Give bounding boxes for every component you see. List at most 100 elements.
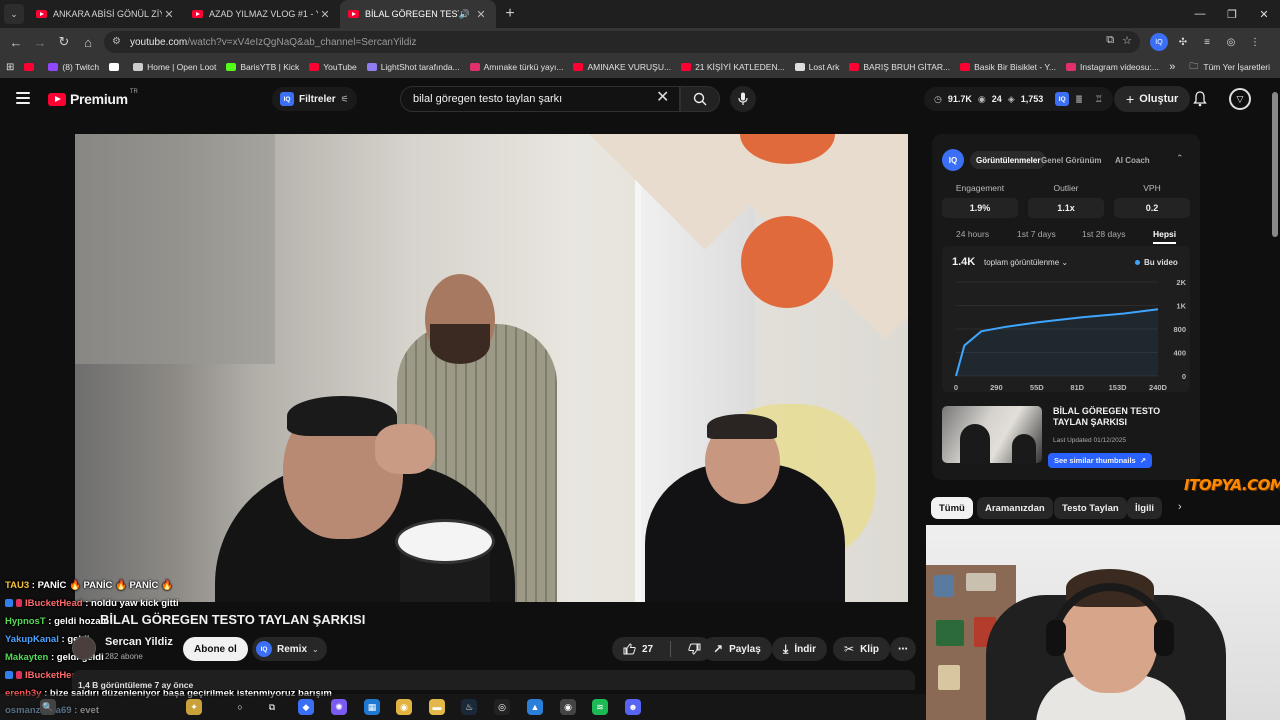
bookmark-star-icon[interactable]: ☆ <box>1122 34 1132 47</box>
video-thumbnail[interactable] <box>942 406 1042 463</box>
like-button[interactable]: 27 <box>612 637 664 661</box>
more-menu-icon[interactable]: ⋮ <box>1246 33 1264 51</box>
copilot-icon[interactable]: ✺ <box>331 699 347 715</box>
filters-button[interactable]: IQ Filtreler ⚟ <box>272 87 357 111</box>
channel-avatar[interactable] <box>72 636 96 660</box>
steam-icon[interactable]: ♨ <box>461 699 477 715</box>
chip-from-search[interactable]: Aramanızdan <box>977 497 1053 519</box>
menu-hamburger-icon[interactable] <box>16 92 30 104</box>
metric-vph-label: VPH <box>1143 183 1161 193</box>
bookmark-item[interactable]: Basik Bir Bisiklet - Y... <box>960 62 1056 72</box>
minimize-icon[interactable]: — <box>1184 0 1216 28</box>
folder-icon[interactable]: ▬ <box>429 699 445 715</box>
url-host: youtube.com <box>130 36 188 48</box>
notifications-bell-icon[interactable] <box>1193 91 1207 110</box>
browser-tab-active[interactable]: BİLAL GÖREGEN TESTO TAYLAN 🔊 ✕ <box>340 0 496 28</box>
chrome-active-icon[interactable]: ◉ <box>560 699 576 715</box>
description-box[interactable]: 1,4 B görüntüleme 7 ay önce <box>72 670 915 690</box>
range-all[interactable]: Hepsi <box>1153 229 1177 244</box>
chip-related[interactable]: İlgili <box>1127 497 1162 519</box>
new-tab-icon[interactable]: + <box>500 5 520 23</box>
discord-icon[interactable]: ☻ <box>625 699 641 715</box>
search-button[interactable] <box>680 86 720 112</box>
bookmark-item[interactable]: BARIŞ BRUH GİTAR... <box>849 62 950 72</box>
forward-icon[interactable]: → <box>28 30 52 54</box>
site-info-icon[interactable]: ⚙ <box>112 36 124 48</box>
all-bookmarks-link[interactable]: Tüm Yer İşaretleri <box>1203 62 1270 72</box>
bookmark-label: Amınake türkü yayı... <box>483 62 564 72</box>
search-input[interactable]: bilal göregen testo taylan şarkı <box>400 86 680 112</box>
apps-grid-icon[interactable]: ⊞ <box>6 62 14 73</box>
vscode-icon[interactable]: ◆ <box>298 699 314 715</box>
extension-icons: IQ ✣ ≡ ◎ ⋮ <box>1150 33 1264 51</box>
bookmark-item[interactable]: YouTube <box>309 62 357 72</box>
bookmark-item[interactable]: Instagram videosu:... <box>1066 62 1159 72</box>
browser-tab[interactable]: AZAD YILMAZ VLOG #1 - YouTube ✕ <box>184 0 340 28</box>
tab-ai-coach[interactable]: AI Coach <box>1109 151 1156 169</box>
bookmark-item[interactable]: Lost Ark <box>794 62 839 72</box>
tab-search-icon[interactable]: ⌄ <box>4 4 24 24</box>
voice-search-button[interactable] <box>730 86 756 112</box>
tab-close-icon[interactable]: ✕ <box>162 8 176 21</box>
vidiq-extension-icon[interactable]: IQ <box>1150 33 1168 51</box>
bookmark-item[interactable]: AMINAKE VURUŞU... <box>573 62 671 72</box>
youtube-logo[interactable]: Premium TR <box>48 89 138 107</box>
share-button[interactable]: ↗ Paylaş <box>702 637 772 661</box>
remix-button[interactable]: IQ Remix ⌄ <box>252 637 327 661</box>
extensions-puzzle-icon[interactable]: ✣ <box>1174 33 1192 51</box>
subscribe-button[interactable]: Abone ol <box>183 637 248 661</box>
account-avatar[interactable]: ▽ <box>1229 88 1251 110</box>
bookmark-item[interactable]: Amınake türkü yayı... <box>469 62 564 72</box>
chrome-icon[interactable]: ◉ <box>396 699 412 715</box>
tab-close-icon[interactable]: ✕ <box>474 8 488 21</box>
star-sparkle-icon[interactable]: ✦ <box>186 699 202 715</box>
more-actions-button[interactable]: ⋯ <box>890 637 916 661</box>
tab-close-icon[interactable]: ✕ <box>318 8 332 21</box>
vidiq-icon: IQ <box>256 641 272 657</box>
video-player[interactable] <box>75 134 908 602</box>
clip-button[interactable]: ✂ Klip <box>833 637 890 661</box>
chip-testo-taylan[interactable]: Testo Taylan <box>1054 497 1127 519</box>
browser-tab[interactable]: ANKARA ABİSİ GÖNÜL ZİYARETİ ✕ <box>28 0 184 28</box>
bookmark-item[interactable]: (8) Twitch <box>48 62 99 72</box>
close-window-icon[interactable]: ✕ <box>1248 0 1280 28</box>
collapse-chevron-icon[interactable]: ⌃ <box>1176 153 1184 164</box>
restore-icon[interactable]: ❐ <box>1216 0 1248 28</box>
vidiq-stats-pill[interactable]: ◷ 91.7K ◉ 24 ◈ 1,753 IQ ≣ ♖ <box>924 87 1113 111</box>
range-24-hours[interactable]: 24 hours <box>956 229 989 239</box>
home-icon[interactable]: ⌂ <box>76 30 100 54</box>
bookmark-item[interactable]: Home | Open Loot <box>133 62 216 72</box>
bookmark-item[interactable]: BarisYTB | Kick <box>226 62 299 72</box>
download-button[interactable]: ⤓ İndir <box>772 637 827 661</box>
install-app-icon[interactable]: ⧉ <box>1106 34 1114 47</box>
more-bookmarks-icon[interactable]: » <box>1169 61 1175 73</box>
range-28-days[interactable]: 1st 28 days <box>1082 229 1125 239</box>
range-7-days[interactable]: 1st 7 days <box>1017 229 1056 239</box>
clear-search-icon[interactable]: ✕ <box>656 90 669 106</box>
bookmark-item[interactable]: LightShot tarafında... <box>366 62 460 72</box>
chips-next-icon[interactable]: › <box>1178 501 1182 513</box>
search-icon[interactable]: 🔍 <box>40 699 56 715</box>
app-icon[interactable]: ▲ <box>527 699 543 715</box>
back-icon[interactable]: ← <box>4 30 28 54</box>
start-circle-icon[interactable]: ○ <box>232 699 248 715</box>
bookmark-item[interactable] <box>24 62 38 72</box>
store-icon[interactable]: ▦ <box>364 699 380 715</box>
bookmark-item[interactable]: 21 KİŞİYİ KATLEDEN... <box>681 62 785 72</box>
see-similar-thumbnails-button[interactable]: See similar thumbnails ↗ <box>1048 453 1152 468</box>
reload-icon[interactable]: ↻ <box>52 30 76 54</box>
channel-name[interactable]: Sercan Yildiz <box>105 636 173 648</box>
page-scrollbar[interactable] <box>1272 92 1278 237</box>
task-view-icon[interactable]: ⧉ <box>264 699 280 715</box>
tab-overview[interactable]: Genel Görünüm <box>1035 151 1107 169</box>
url-omnibox[interactable]: ⚙ youtube.com/watch?v=xV4eIzQgNaQ&ab_cha… <box>104 31 1140 53</box>
profile-icon[interactable]: ◎ <box>1222 33 1240 51</box>
spotify-icon[interactable]: ≋ <box>592 699 608 715</box>
media-controls-icon[interactable]: ≡ <box>1198 33 1216 51</box>
chip-all[interactable]: Tümü <box>931 497 973 519</box>
audio-playing-icon[interactable]: 🔊 <box>459 9 470 20</box>
bookmark-favicon-icon <box>849 63 860 71</box>
obs-icon[interactable]: ◎ <box>494 699 510 715</box>
create-button[interactable]: + Oluştur <box>1114 86 1191 112</box>
bookmark-item[interactable] <box>109 62 123 72</box>
